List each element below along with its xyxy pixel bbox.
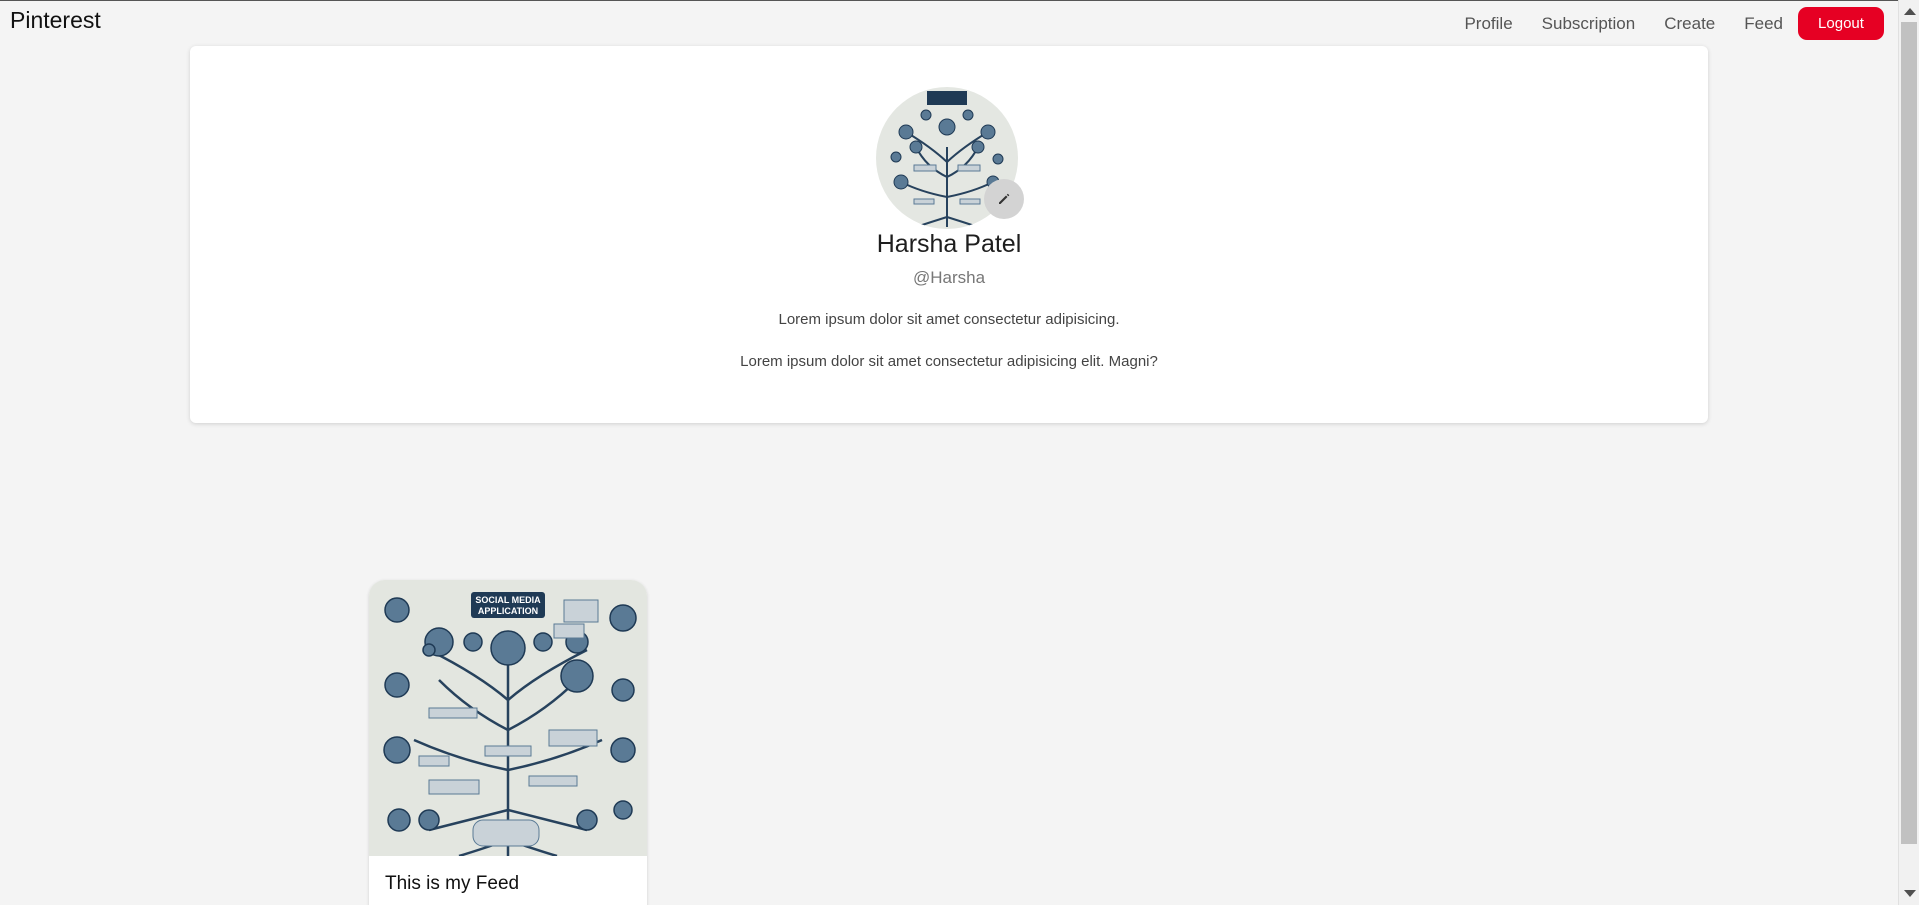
logout-button[interactable]: Logout [1798,7,1884,40]
profile-name: Harsha Patel [876,230,1022,258]
pin-title: This is my Feed [385,873,520,894]
scroll-down-arrow-icon[interactable] [1904,890,1916,897]
avatar-container [876,87,1024,229]
scroll-thumb[interactable] [1901,22,1917,844]
svg-text:APPLICATION: APPLICATION [478,606,538,616]
nav-menu: Profile Subscription Create Feed Logout [1464,7,1884,40]
profile-handle: @Harsha [912,268,986,287]
profile-card: Harsha Patel @Harsha Lorem ipsum dolor s… [190,46,1708,423]
brand-logo[interactable]: Pinterest [10,7,101,34]
scroll-up-arrow-icon[interactable] [1904,8,1916,15]
nav-subscription-link[interactable]: Subscription [1542,14,1636,34]
pin-card[interactable]: SOCIAL MEDIA APPLICATION This is my Feed [369,580,647,905]
svg-text:SOCIAL MEDIA: SOCIAL MEDIA [475,595,541,605]
page-scrollbar[interactable] [1898,0,1919,905]
profile-bio-line-2: Lorem ipsum dolor sit amet consectetur a… [740,353,1158,370]
profile-bio-line-1: Lorem ipsum dolor sit amet consectetur a… [778,311,1120,328]
nav-feed-link[interactable]: Feed [1744,14,1783,34]
pencil-icon [999,193,1010,204]
edit-avatar-button[interactable] [984,179,1024,219]
nav-profile-link[interactable]: Profile [1464,14,1512,34]
pin-image: SOCIAL MEDIA APPLICATION [369,580,647,856]
top-navbar: Pinterest Profile Subscription Create Fe… [0,0,1898,46]
nav-create-link[interactable]: Create [1664,14,1715,34]
